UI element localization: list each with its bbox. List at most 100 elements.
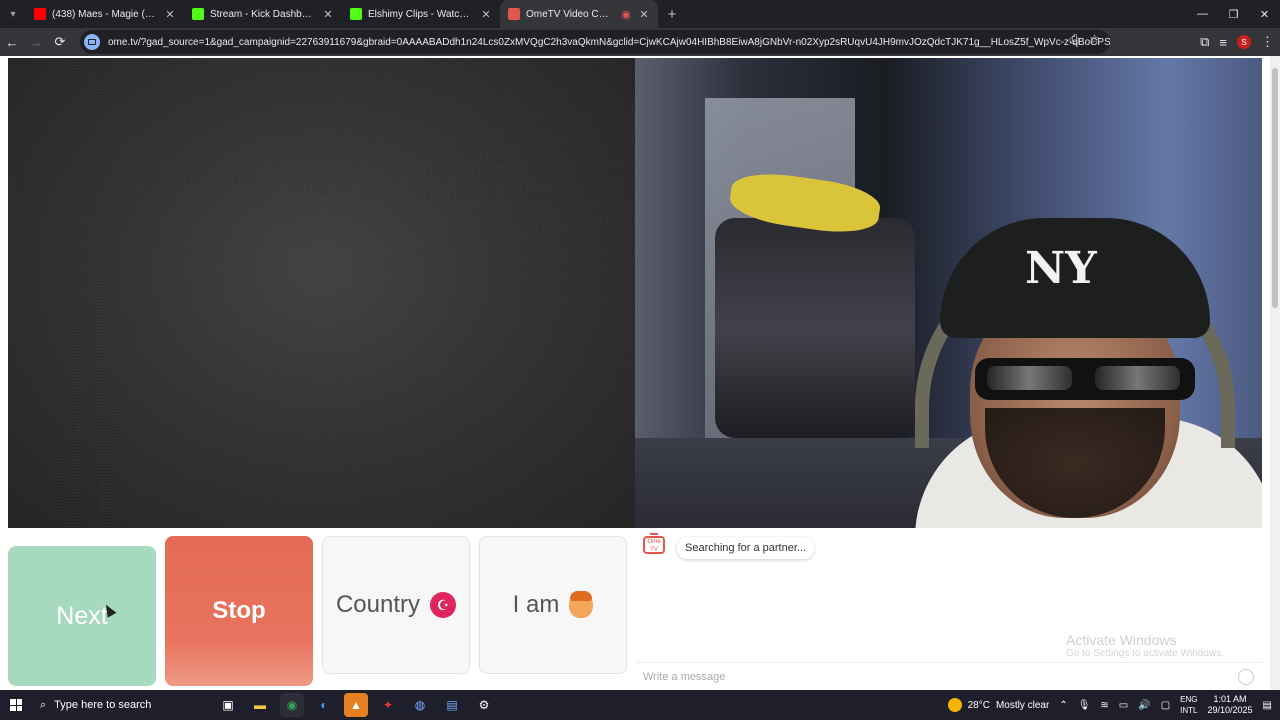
pinned-apps: ▣ ▬ ◉ ◐ ▲ ✦ ◍ ▤ ⚙ — [216, 693, 496, 717]
browser-tab-0[interactable]: (438) Maes - Magie (Slowed - ✕ — [26, 0, 184, 28]
chat-controls: Next Stop Country ☪ I am — [8, 536, 628, 686]
wifi-icon[interactable]: ≋ — [1100, 700, 1108, 711]
volume-icon[interactable]: 🔊 — [1138, 700, 1150, 711]
person-in-webcam: NY — [875, 188, 1262, 528]
close-tab-icon[interactable]: ✕ — [480, 8, 492, 21]
ny-logo: NY — [1025, 243, 1097, 294]
window-controls: — ❐ ✕ — [1187, 0, 1280, 28]
camera-site-icon[interactable] — [84, 34, 100, 50]
status-message: Searching for a partner... — [677, 537, 815, 559]
turkey-flag-icon: ☪ — [430, 592, 457, 618]
app-window-icon[interactable]: ▤ — [440, 693, 464, 717]
close-tab-icon[interactable]: ✕ — [322, 8, 334, 21]
ometv-logo-icon: Ome TV — [643, 533, 665, 554]
start-button[interactable] — [0, 690, 32, 720]
minimize-icon[interactable]: — — [1187, 0, 1218, 28]
next-label: Next — [56, 601, 108, 630]
app-orange-icon[interactable]: ▲ — [344, 693, 368, 717]
tab-search-button[interactable]: ▾ — [0, 0, 26, 28]
recording-indicator-icon: ◉ — [621, 8, 631, 21]
notifications-icon[interactable]: ▤ — [1263, 700, 1272, 711]
toolbar-right: ⧉ ≡ S ⋮ — [1200, 28, 1274, 56]
kick-favicon-icon — [350, 8, 362, 20]
app-blue-icon[interactable]: ◍ — [408, 693, 432, 717]
microphone-icon[interactable]: 🎙 — [1078, 700, 1091, 711]
tab-title: Elshimy Clips - Watch Live on K — [368, 8, 474, 20]
message-input[interactable] — [643, 670, 1203, 683]
gender-selector[interactable]: I am — [479, 536, 627, 674]
lang-line2: INTL — [1180, 706, 1198, 715]
windows-taskbar: ⌕ Type here to search ▣ ▬ ◉ ◐ ▲ ✦ ◍ ▤ ⚙ … — [0, 690, 1280, 720]
language-indicator[interactable]: ENG INTL — [1180, 694, 1197, 716]
system-tray: 28°C Mostly clear ⌃ 🎙 ≋ ▭ 🔊 ▢ ENG INTL 1… — [947, 690, 1280, 720]
app-red-icon[interactable]: ✦ — [376, 693, 400, 717]
stop-button[interactable]: Stop — [165, 536, 313, 686]
close-tab-icon[interactable]: ✕ — [638, 8, 650, 21]
tab-title: Stream - Kick Dashboard — [210, 8, 316, 20]
weather-icon — [947, 698, 962, 712]
clock-time: 1:01 AM — [1213, 694, 1247, 704]
tab-title: (438) Maes - Magie (Slowed - — [52, 8, 158, 20]
country-label: Country — [335, 591, 421, 618]
new-tab-button[interactable]: + — [658, 0, 686, 28]
media-controls-icon[interactable]: ≡ — [1219, 35, 1227, 50]
forward-button[interactable]: → — [24, 28, 48, 56]
weather-temp: 28°C — [967, 699, 990, 711]
search-placeholder: Type here to search — [54, 699, 152, 711]
country-selector[interactable]: Country ☪ — [322, 536, 470, 674]
weather-text: Mostly clear — [995, 699, 1050, 711]
stop-label: Stop — [212, 597, 266, 624]
tab-title: OmeTV Video Chat — Ome — [526, 8, 614, 20]
extensions-icon[interactable]: ⧉ — [1200, 34, 1209, 50]
url-text[interactable]: ome.tv/?gad_source=1&gad_campaignid=2276… — [108, 37, 1110, 48]
activate-windows-subtitle: Go to Settings to activate Windows. — [1066, 648, 1224, 659]
install-app-icon[interactable]: ⎙ — [1070, 32, 1080, 47]
clock[interactable]: 1:01 AM 29/10/2025 — [1208, 694, 1253, 716]
address-bar[interactable]: ome.tv/?gad_source=1&gad_campaignid=2276… — [80, 30, 1110, 54]
browser-tab-1[interactable]: Stream - Kick Dashboard ✕ — [184, 0, 342, 28]
profile-avatar[interactable]: S — [1237, 35, 1251, 49]
partner-video — [8, 58, 635, 528]
maximize-icon[interactable]: ❐ — [1218, 0, 1249, 28]
ometv-page: NY Next Stop Country ☪ I am Ome TV Searc… — [0, 56, 1270, 690]
windows-logo-icon — [10, 699, 22, 711]
iam-label: I am — [512, 591, 560, 618]
activate-windows-title: Activate Windows — [1066, 632, 1177, 648]
chat-panel: Ome TV Searching for a partner... Activa… — [635, 528, 1262, 690]
task-view-icon[interactable]: ▣ — [216, 693, 240, 717]
app-settings-icon[interactable]: ⚙ — [472, 693, 496, 717]
kick-favicon-icon — [192, 8, 204, 20]
boy-emoji-icon — [569, 591, 594, 618]
weather-widget[interactable]: 28°C Mostly clear — [947, 698, 1050, 712]
menu-kebab-icon[interactable]: ⋮ — [1261, 34, 1274, 50]
browser-toolbar: ← → ⟳ ome.tv/?gad_source=1&gad_campaigni… — [0, 28, 1280, 56]
lang-line1: ENG — [1180, 695, 1198, 704]
ometv-favicon-icon — [508, 8, 520, 20]
page-scrollbar[interactable] — [1270, 56, 1280, 690]
battery-icon[interactable]: ▭ — [1119, 700, 1128, 711]
file-explorer-icon[interactable]: ▬ — [248, 693, 272, 717]
clock-date: 29/10/2025 — [1207, 705, 1253, 715]
edge-icon[interactable]: ◐ — [312, 693, 336, 717]
tray-expand-icon[interactable]: ⌃ — [1059, 700, 1067, 711]
search-icon: ⌕ — [40, 698, 47, 711]
emoji-picker-icon[interactable] — [1238, 669, 1254, 685]
omnibox-actions: ⎙ ☆ — [1070, 32, 1100, 47]
message-input-area — [635, 662, 1262, 690]
chrome-icon[interactable]: ◉ — [280, 693, 304, 717]
reload-button[interactable]: ⟳ — [48, 28, 72, 56]
back-button[interactable]: ← — [0, 28, 24, 56]
scrollbar-thumb[interactable] — [1272, 68, 1278, 308]
next-button[interactable]: Next — [8, 546, 156, 686]
static-noise — [8, 58, 635, 528]
close-window-icon[interactable]: ✕ — [1249, 0, 1280, 28]
taskbar-search[interactable]: ⌕ Type here to search — [32, 690, 210, 720]
self-video: NY — [635, 58, 1262, 528]
close-tab-icon[interactable]: ✕ — [164, 8, 176, 21]
sunglasses — [975, 358, 1195, 400]
bookmark-star-icon[interactable]: ☆ — [1089, 32, 1100, 47]
youtube-favicon-icon — [34, 8, 46, 20]
browser-tab-3-active[interactable]: OmeTV Video Chat — Ome ◉ ✕ — [500, 0, 658, 28]
display-icon[interactable]: ▢ — [1161, 700, 1170, 711]
browser-tab-2[interactable]: Elshimy Clips - Watch Live on K ✕ — [342, 0, 500, 28]
